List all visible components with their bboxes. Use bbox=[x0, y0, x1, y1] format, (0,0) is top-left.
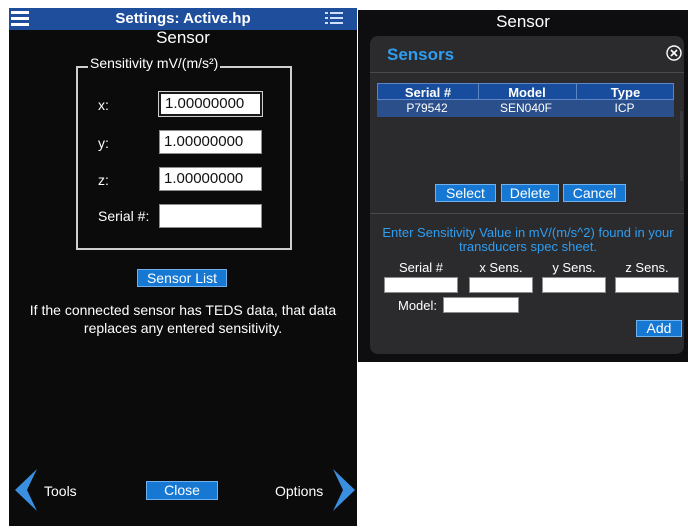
model-label: Model: bbox=[398, 298, 438, 313]
tools-nav-label[interactable]: Tools bbox=[44, 483, 77, 499]
sensor-list-button[interactable]: Sensor List bbox=[137, 269, 227, 287]
add-button[interactable]: Add bbox=[636, 320, 682, 337]
cell-type: ICP bbox=[614, 101, 635, 115]
dialog-heading: Sensors bbox=[387, 45, 455, 64]
sensitivity-legend: Sensitivity mV/(m/s²) bbox=[88, 55, 221, 71]
cancel-button[interactable]: Cancel bbox=[563, 184, 626, 202]
y-label: y: bbox=[98, 135, 109, 151]
table-scrollbar[interactable] bbox=[680, 111, 683, 181]
table-header: Serial # Model Type bbox=[377, 83, 674, 101]
options-nav-label[interactable]: Options bbox=[275, 483, 323, 499]
cell-model: SEN040F bbox=[499, 101, 553, 115]
section-title: Sensor bbox=[156, 28, 210, 47]
column-header-type: Type bbox=[610, 85, 641, 100]
entry-label-z-sens: z Sens. bbox=[625, 260, 669, 275]
title-bar: Settings: Active.hp bbox=[9, 8, 357, 30]
x-label: x: bbox=[98, 97, 109, 113]
select-button[interactable]: Select bbox=[435, 184, 496, 202]
entry-label-serial: Serial # bbox=[398, 260, 444, 275]
z-label: z: bbox=[98, 172, 109, 188]
new-y-sens-input[interactable] bbox=[542, 277, 606, 293]
sensor-table: Serial # Model Type P79542 SEN040F ICP bbox=[377, 83, 674, 191]
sensors-dialog: Sensors Serial # Model Type P79542 SEN04… bbox=[370, 36, 684, 354]
cell-serial: P79542 bbox=[406, 101, 448, 115]
chevron-right-icon[interactable] bbox=[331, 467, 357, 513]
window-title: Sensor bbox=[496, 12, 550, 31]
new-serial-input[interactable] bbox=[384, 277, 458, 293]
table-row[interactable]: P79542 SEN040F ICP bbox=[377, 100, 674, 117]
x-sensitivity-input[interactable] bbox=[158, 91, 263, 117]
close-icon[interactable] bbox=[666, 45, 682, 61]
serial-label: Serial #: bbox=[98, 208, 150, 224]
column-header-model: Model bbox=[508, 85, 546, 100]
divider bbox=[370, 213, 684, 214]
new-model-input[interactable] bbox=[443, 297, 519, 313]
serial-input[interactable] bbox=[159, 204, 262, 228]
y-sensitivity-input[interactable] bbox=[159, 130, 262, 154]
entry-label-x-sens: x Sens. bbox=[479, 260, 523, 275]
close-button[interactable]: Close bbox=[146, 481, 218, 500]
list-icon[interactable] bbox=[325, 12, 343, 26]
chevron-left-icon[interactable] bbox=[13, 467, 39, 513]
divider bbox=[370, 72, 684, 73]
page-title: Settings: Active.hp bbox=[115, 10, 251, 27]
new-x-sens-input[interactable] bbox=[469, 277, 533, 293]
settings-panel: Settings: Active.hp Sensor Sensitivity m… bbox=[9, 8, 357, 526]
z-sensitivity-input[interactable] bbox=[159, 167, 262, 191]
sensor-window: Sensor Sensors Serial # Model Type P7954… bbox=[358, 10, 688, 362]
entry-label-y-sens: y Sens. bbox=[552, 260, 596, 275]
column-header-serial: Serial # bbox=[404, 85, 452, 100]
new-z-sens-input[interactable] bbox=[615, 277, 679, 293]
teds-info-text: If the connected sensor has TEDS data, t… bbox=[29, 302, 337, 336]
sensitivity-instruction: Enter Sensitivity Value in mV/(m/s^2) fo… bbox=[382, 225, 674, 254]
delete-button[interactable]: Delete bbox=[501, 184, 559, 202]
